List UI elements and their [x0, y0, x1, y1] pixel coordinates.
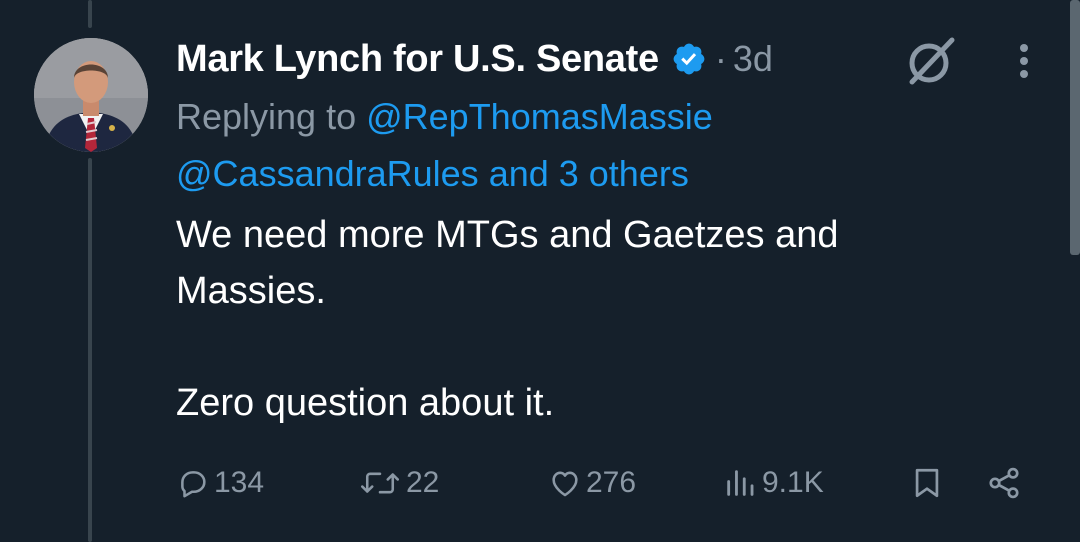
tweet-text-line-2: Massies.	[176, 270, 326, 312]
thread-line-top	[88, 0, 92, 28]
share-button[interactable]	[986, 458, 1022, 508]
reply-button[interactable]: 134	[176, 458, 264, 508]
replying-to-line-2: @CassandraRules and 3 others	[176, 153, 689, 195]
reply-count: 134	[214, 466, 265, 499]
like-count: 276	[586, 466, 637, 499]
bookmark-button[interactable]	[910, 458, 944, 508]
tweet-header: Mark Lynch for U.S. Senate · 3d	[176, 34, 773, 84]
timestamp[interactable]: 3d	[733, 38, 773, 80]
repost-icon	[361, 472, 399, 494]
separator-dot: ·	[714, 38, 727, 79]
tweet-text-line-3: Zero question about it.	[176, 382, 555, 424]
tweet-text-line-1: We need more MTGs and Gaetzes and	[176, 214, 839, 256]
author-name[interactable]: Mark Lynch for U.S. Senate	[176, 38, 659, 81]
replying-to-label: Replying to	[176, 96, 367, 137]
thread-line-bottom	[88, 158, 92, 542]
like-button[interactable]: 276	[548, 458, 636, 508]
mention-repthomasmassie[interactable]: @RepThomasMassie	[366, 96, 713, 137]
mention-cassandrarules[interactable]: @CassandraRules	[176, 153, 479, 194]
others-link[interactable]: and 3 others	[479, 153, 689, 194]
more-vertical-icon[interactable]	[1004, 36, 1044, 86]
avatar-image	[34, 38, 148, 152]
views-button[interactable]: 9.1K	[722, 458, 824, 508]
repost-count: 22	[406, 466, 440, 499]
action-bar: 134 22 276 9.1K	[176, 458, 1036, 508]
scrollbar[interactable]	[1070, 0, 1080, 255]
grok-icon[interactable]	[904, 34, 958, 88]
replying-to-line: Replying to @RepThomasMassie	[176, 96, 713, 138]
repost-button[interactable]: 22	[358, 458, 439, 508]
bookmark-icon	[915, 468, 939, 498]
verified-badge-icon	[673, 43, 705, 75]
heart-icon	[552, 471, 578, 497]
views-count: 9.1K	[762, 466, 824, 499]
reply-icon	[181, 471, 206, 498]
share-icon	[989, 467, 1019, 499]
views-icon	[727, 470, 754, 496]
avatar[interactable]	[34, 38, 148, 152]
